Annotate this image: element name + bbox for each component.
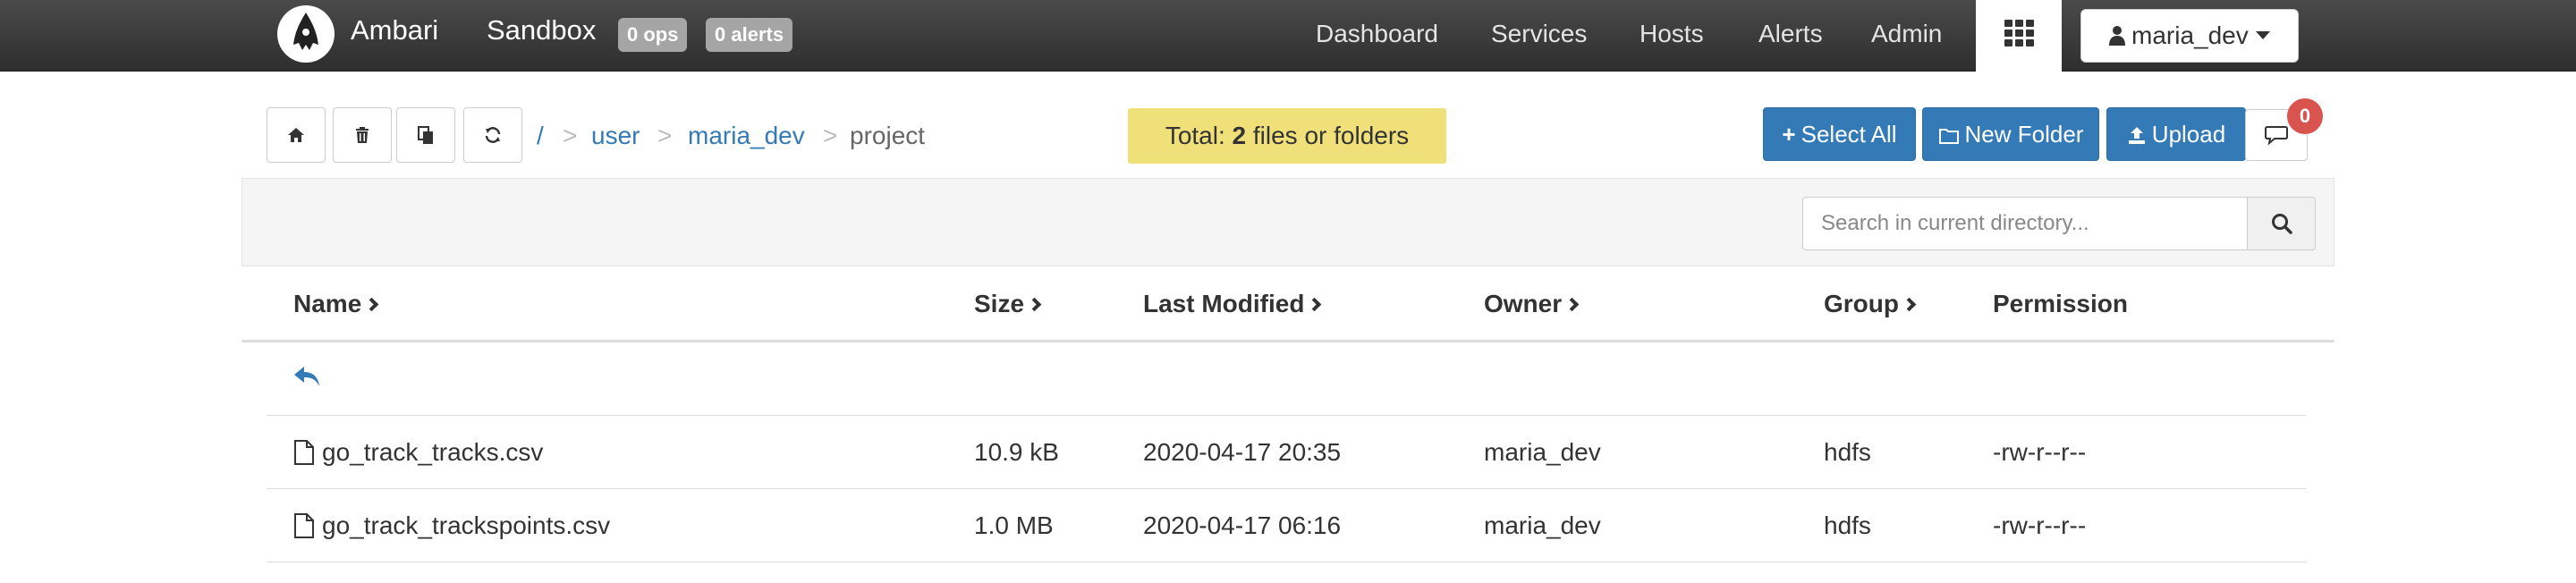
alerts-badge[interactable]: 0 alerts (706, 18, 793, 52)
breadcrumb-separator: > (657, 122, 673, 149)
top-navbar: Ambari Sandbox 0 ops 0 alerts Dashboard … (0, 0, 2576, 72)
nav-hosts[interactable]: Hosts (1640, 20, 1704, 48)
nav-services[interactable]: Services (1491, 20, 1587, 48)
file-icon (294, 513, 314, 538)
column-label: Permission (1993, 290, 2128, 317)
column-label: Last Modified (1143, 290, 1305, 317)
chevron-right-icon (1902, 297, 1917, 312)
file-icon (294, 440, 314, 465)
upload-icon (2128, 127, 2145, 144)
upload-label: Upload (2151, 121, 2226, 148)
breadcrumb-separator: > (823, 122, 838, 149)
file-count-summary: Total: 2 files or folders (1128, 108, 1446, 164)
home-button[interactable] (267, 107, 326, 163)
refresh-button[interactable] (463, 107, 522, 163)
search-input[interactable] (1802, 197, 2248, 250)
file-size: 1.0 MB (974, 511, 1054, 539)
breadcrumb-user[interactable]: user (591, 122, 640, 150)
comment-icon (2265, 126, 2288, 146)
delete-button[interactable] (333, 107, 392, 163)
column-label: Group (1824, 290, 1899, 317)
message-count-badge: 0 (2287, 98, 2323, 134)
row-divider (267, 488, 2306, 489)
cluster-name[interactable]: Sandbox (487, 14, 596, 46)
file-permission: -rw-r--r-- (1993, 511, 2087, 539)
folder-icon (1938, 129, 1959, 144)
user-name: maria_dev (2131, 21, 2249, 49)
search-icon (2271, 214, 2292, 234)
user-menu-button[interactable]: maria_dev (2080, 9, 2299, 63)
file-modified: 2020-04-17 06:16 (1143, 511, 1342, 539)
file-modified: 2020-04-17 20:35 (1143, 438, 1342, 466)
chevron-right-icon (1564, 297, 1580, 312)
table-header-divider (242, 340, 2334, 342)
nav-dashboard[interactable]: Dashboard (1316, 20, 1438, 48)
chevron-right-icon (1308, 297, 1322, 312)
chevron-right-icon (1027, 297, 1042, 312)
file-name[interactable]: go_track_tracks.csv (322, 438, 543, 467)
column-label: Size (974, 290, 1025, 317)
copy-icon (418, 126, 433, 144)
new-folder-button[interactable]: New Folder (1922, 107, 2099, 161)
refresh-icon (485, 127, 501, 143)
breadcrumb-maria-dev[interactable]: maria_dev (688, 122, 805, 150)
views-menu-button[interactable] (1976, 0, 2062, 72)
select-all-label: Select All (1801, 121, 1897, 148)
new-folder-label: New Folder (1964, 121, 2084, 148)
row-divider (267, 415, 2306, 416)
upload-button[interactable]: Upload (2106, 107, 2246, 161)
column-header-permission: Permission (1993, 290, 2128, 318)
column-header-name[interactable]: Name (293, 290, 379, 318)
column-header-group[interactable]: Group (1824, 290, 1917, 318)
summary-prefix: Total: (1165, 122, 1233, 149)
home-icon (288, 128, 304, 142)
ambari-logo[interactable] (277, 5, 335, 63)
file-permission: -rw-r--r-- (1993, 438, 2087, 466)
breadcrumb-root[interactable]: / (537, 122, 544, 150)
column-header-last-modified[interactable]: Last Modified (1143, 290, 1322, 318)
file-group: hdfs (1824, 511, 1871, 539)
breadcrumb-separator: > (563, 122, 578, 149)
search-button[interactable] (2247, 197, 2316, 250)
file-owner: maria_dev (1484, 511, 1601, 539)
plus-icon: + (1782, 121, 1796, 148)
select-all-button[interactable]: + Select All (1763, 107, 1916, 161)
column-header-size[interactable]: Size (974, 290, 1042, 318)
file-group: hdfs (1824, 438, 1871, 466)
user-icon (2109, 26, 2125, 46)
caret-down-icon (2255, 31, 2270, 39)
summary-suffix: files or folders (1246, 122, 1410, 149)
ambari-logo-icon (278, 6, 334, 62)
file-size: 10.9 kB (974, 438, 1059, 466)
grid-icon (2004, 20, 2035, 46)
column-header-owner[interactable]: Owner (1484, 290, 1580, 318)
breadcrumb-current-project: project (850, 122, 926, 149)
nav-admin[interactable]: Admin (1871, 20, 1942, 48)
trash-icon (356, 127, 369, 143)
copy-button[interactable] (396, 107, 455, 163)
nav-alerts[interactable]: Alerts (1758, 20, 1823, 48)
column-label: Owner (1484, 290, 1563, 317)
ops-badge[interactable]: 0 ops (618, 18, 688, 52)
file-name[interactable]: go_track_trackspoints.csv (322, 511, 610, 540)
file-owner: maria_dev (1484, 438, 1601, 466)
reply-back-icon[interactable] (292, 363, 322, 390)
chevron-right-icon (364, 297, 379, 312)
brand-name[interactable]: Ambari (351, 14, 438, 46)
column-label: Name (293, 290, 362, 317)
summary-count: 2 (1232, 122, 1247, 149)
